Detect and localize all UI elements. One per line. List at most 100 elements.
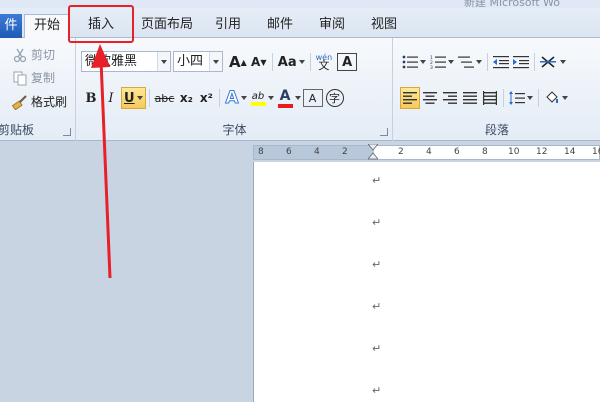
bold-button[interactable]: B: [81, 87, 101, 109]
font-group-label: 字体: [222, 123, 247, 137]
chevron-down-icon[interactable]: [209, 52, 222, 71]
font-name-combo[interactable]: 微软雅黑: [81, 51, 171, 72]
text-effect-button[interactable]: A: [223, 87, 248, 109]
ruler-label: 12: [536, 147, 548, 157]
ruler-label: 4: [314, 147, 320, 157]
numbering-icon: 123: [430, 55, 446, 69]
align-center-button[interactable]: [420, 87, 440, 109]
bullets-button[interactable]: [400, 51, 428, 73]
paragraph-mark: ↵: [372, 342, 382, 355]
ruler-label: 8: [482, 147, 488, 157]
paragraph-mark: ↵: [372, 258, 382, 271]
copy-label: 复制: [31, 71, 56, 85]
paintbrush-icon: [11, 94, 28, 110]
distributed-icon: [483, 91, 497, 105]
copy-button[interactable]: 复制: [12, 69, 55, 86]
ruler-label: 2: [342, 147, 348, 157]
shading-button[interactable]: [542, 87, 570, 109]
clipboard-launcher-icon[interactable]: [63, 128, 71, 136]
separator: [148, 89, 150, 107]
character-border-button[interactable]: A: [337, 53, 358, 71]
tab-review[interactable]: 审阅: [310, 14, 354, 38]
strikethrough-button[interactable]: abc: [153, 87, 177, 109]
ruler-label: 6: [454, 147, 460, 157]
increase-indent-button[interactable]: [511, 51, 531, 73]
numbering-button[interactable]: 123: [428, 51, 456, 73]
scissors-icon: [12, 47, 28, 63]
separator: [271, 53, 273, 71]
decrease-indent-button[interactable]: [491, 51, 511, 73]
paragraph-group: 123 段落: [394, 38, 600, 141]
character-shading-button[interactable]: A: [302, 89, 323, 107]
highlight-color-button[interactable]: ab: [249, 87, 276, 109]
font-launcher-icon[interactable]: [380, 128, 388, 136]
subscript-button[interactable]: x₂: [176, 87, 196, 109]
chevron-down-icon[interactable]: [157, 52, 170, 71]
ruler-label: 2: [398, 147, 404, 157]
format-painter-label: 格式刷: [31, 95, 68, 109]
ruler-label: 16: [592, 147, 600, 157]
chinese-layout-button[interactable]: [538, 51, 568, 73]
font-size-combo[interactable]: 小四: [173, 51, 223, 72]
align-left-icon: [403, 92, 417, 104]
align-right-button[interactable]: [440, 87, 460, 109]
document-page[interactable]: ↵ ↵ ↵ ↵ ↵ ↵: [253, 162, 600, 402]
bullets-icon: [402, 55, 418, 69]
tab-view[interactable]: 视图: [362, 14, 406, 38]
clipboard-group: 剪切 复制 格式刷 剪贴板: [0, 38, 76, 141]
enclose-character-button[interactable]: 字: [325, 89, 344, 107]
tab-file[interactable]: 件: [0, 14, 22, 38]
change-case-button[interactable]: Aa: [276, 51, 307, 73]
cut-button[interactable]: 剪切: [12, 46, 55, 63]
ruler-label: 14: [564, 147, 576, 157]
align-center-icon: [423, 92, 437, 104]
justify-button[interactable]: [460, 87, 480, 109]
ruler-label: 8: [258, 147, 264, 157]
font-size-value: 小四: [177, 54, 204, 69]
ruler-label: 6: [286, 147, 292, 157]
distributed-button[interactable]: [480, 87, 500, 109]
grow-font-button[interactable]: A ▲: [227, 51, 249, 73]
align-left-button[interactable]: [400, 87, 420, 109]
decrease-indent-icon: [493, 56, 509, 69]
multilevel-list-button[interactable]: [456, 51, 484, 73]
paragraph-mark: ↵: [372, 300, 382, 313]
separator: [487, 53, 488, 71]
shrink-font-button[interactable]: A ▼: [249, 51, 269, 73]
tab-home[interactable]: 开始: [24, 14, 70, 39]
line-spacing-icon: [509, 91, 525, 105]
underline-button[interactable]: U: [121, 87, 146, 109]
multilevel-list-icon: [458, 56, 474, 68]
separator: [534, 53, 535, 71]
phonetic-guide-button[interactable]: wén 文: [314, 51, 335, 73]
font-name-value: 微软雅黑: [85, 54, 138, 69]
tab-references[interactable]: 引用: [206, 14, 250, 38]
italic-button[interactable]: I: [101, 87, 121, 109]
cut-label: 剪切: [31, 48, 56, 62]
separator: [503, 89, 504, 107]
tab-page-layout[interactable]: 页面布局: [134, 14, 200, 38]
font-group: 微软雅黑 小四 A ▲ A ▼ Aa wén 文 A B I U abc x₂ x² …: [77, 38, 393, 141]
ruler-label: 4: [426, 147, 432, 157]
ribbon: 剪切 复制 格式刷 剪贴板 微软雅黑 小四 A ▲ A ▼ Aa wén 文 A…: [0, 38, 600, 141]
tab-mailings[interactable]: 邮件: [258, 14, 302, 38]
paragraph-mark: ↵: [372, 216, 382, 229]
align-right-icon: [443, 92, 457, 104]
paint-bucket-icon: [546, 91, 558, 103]
indent-marker-icon[interactable]: [368, 144, 378, 161]
separator: [219, 89, 221, 107]
line-spacing-button[interactable]: [507, 87, 535, 109]
chinese-layout-icon: [540, 56, 556, 68]
copy-icon: [12, 70, 28, 86]
separator: [538, 89, 539, 107]
paragraph-mark: ↵: [372, 384, 382, 397]
annotation-highlight-box: [68, 5, 134, 43]
font-color-button[interactable]: A: [276, 87, 303, 109]
superscript-button[interactable]: x²: [196, 87, 216, 109]
horizontal-ruler[interactable]: 8 6 4 2 2 4 6 8 10 12 14 16: [253, 144, 600, 161]
separator: [309, 53, 311, 71]
paragraph-group-label: 段落: [484, 123, 509, 137]
justify-icon: [463, 92, 477, 104]
svg-text:3: 3: [430, 65, 433, 69]
format-painter-button[interactable]: 格式刷: [11, 93, 68, 110]
